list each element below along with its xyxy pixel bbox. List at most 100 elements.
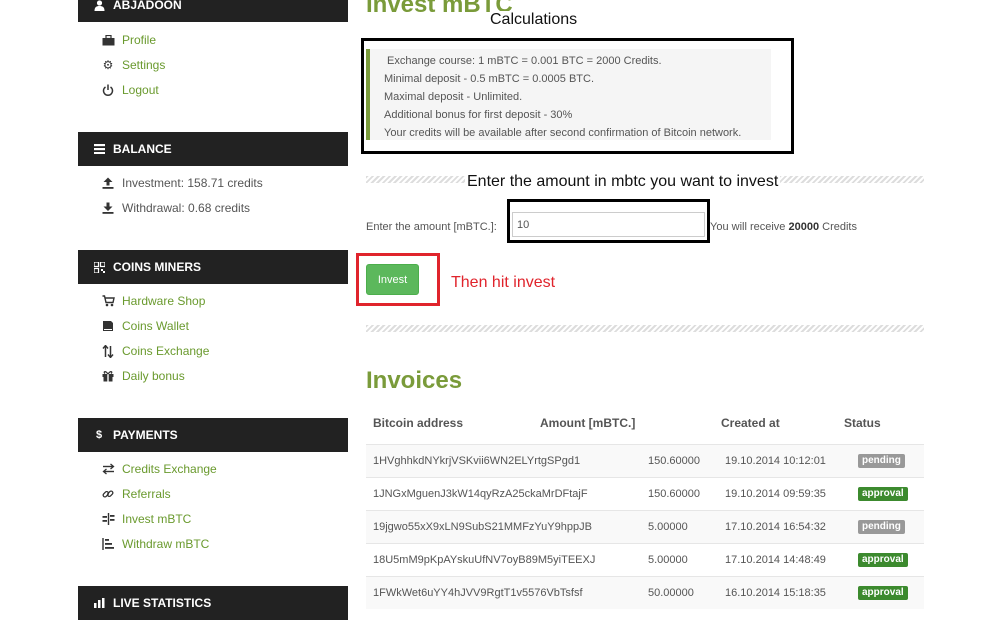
user-header: ABJADOON [78, 0, 348, 22]
user-icon [93, 0, 105, 11]
sidebar-item-referrals[interactable]: Referrals [101, 487, 171, 501]
download-icon [101, 202, 115, 214]
power-icon [101, 84, 115, 96]
status-badge: approval [858, 553, 908, 567]
sidebar-item-hardware-shop[interactable]: Hardware Shop [101, 294, 205, 308]
live-statistics-header: LIVE STATISTICS [78, 586, 348, 620]
receive-suffix: Credits [822, 221, 857, 233]
invoice-amount: 5.00000 [648, 554, 688, 566]
wallet-icon [101, 320, 115, 332]
invoices-title: Invoices [366, 367, 463, 394]
status-badge: approval [858, 586, 908, 600]
info-line: Your credits will be available after sec… [384, 127, 742, 139]
column-header-status: Status [844, 416, 881, 430]
sidebar-item-label: Settings [122, 58, 166, 72]
sidebar-item-label: Withdraw mBTC [122, 537, 210, 551]
invest-button[interactable]: Invest [366, 264, 419, 295]
exchange-info-panel: Exchange course: 1 mBTC = 0.001 BTC = 20… [366, 49, 771, 140]
status-badge: pending [858, 520, 905, 534]
cart-icon [101, 295, 115, 307]
table-row: 19jgwo55xX9xLN9SubS21MMFzYuY9hppJB 5.000… [366, 510, 924, 543]
sidebar-item-invest-mbtc[interactable]: Invest mBTC [101, 512, 191, 526]
sidebar-item-label: Coins Exchange [122, 344, 210, 358]
dollar-icon: $ [95, 429, 103, 441]
info-line: Exchange course: 1 mBTC = 0.001 BTC = 20… [387, 55, 662, 67]
sidebar-item-logout[interactable]: Logout [101, 83, 159, 97]
sidebar-item-label: Invest mBTC [122, 512, 192, 526]
gear-icon: ⚙ [102, 58, 114, 72]
receive-credits: 20000 [788, 221, 820, 233]
info-line: Maximal deposit - Unlimited. [384, 91, 523, 103]
receive-prefix: You will receive [710, 221, 786, 233]
invoice-address: 19jgwo55xX9xLN9SubS21MMFzYuY9hppJB [373, 521, 592, 533]
column-header-amount: Amount [mBTC.] [540, 416, 636, 430]
invest-icon [101, 513, 115, 525]
annotation-then-hit: Then hit invest [451, 274, 556, 291]
sidebar-item-label: Hardware Shop [122, 294, 206, 308]
table-row: 1HVghhkdNYkrjVSKvii6WN2ELYrtgSPgd1 150.6… [366, 444, 924, 477]
info-line: Minimal deposit - 0.5 mBTC = 0.0005 BTC. [384, 73, 594, 85]
invoice-amount: 5.00000 [648, 521, 688, 533]
sidebar-item-label: Coins Wallet [122, 319, 189, 333]
invoice-address: 1JNGxMguenJ3kW14qyRzA25ckaMrDFtajF [373, 488, 588, 500]
sidebar-item-settings[interactable]: ⚙ Settings [101, 58, 166, 72]
divider [366, 325, 924, 332]
coins-miners-title: COINS MINERS [113, 260, 202, 274]
transfer-icon [101, 463, 115, 475]
balance-withdrawal: Withdrawal: 0.68 credits [101, 201, 250, 215]
user-name: ABJADOON [113, 0, 182, 12]
invoice-created: 17.10.2014 14:48:49 [725, 554, 826, 566]
sidebar-item-label: Credits Exchange [122, 462, 217, 476]
status-badge: approval [858, 487, 908, 501]
briefcase-icon [101, 34, 115, 46]
balance-investment-label: Investment: 158.71 credits [122, 176, 263, 190]
balance-title: BALANCE [113, 142, 172, 156]
invoice-created: 19.10.2014 10:12:01 [725, 455, 826, 467]
payments-title: PAYMENTS [113, 428, 178, 442]
upload-icon [101, 177, 115, 189]
invoice-amount: 150.60000 [648, 455, 700, 467]
balance-withdrawal-label: Withdrawal: 0.68 credits [122, 201, 251, 215]
sidebar-item-coins-wallet[interactable]: Coins Wallet [101, 319, 189, 333]
list-icon [93, 144, 105, 154]
sidebar-item-label: Logout [122, 83, 159, 97]
bar-chart-icon [93, 598, 105, 608]
sidebar-item-daily-bonus[interactable]: Daily bonus [101, 369, 185, 383]
receive-text: You will receive 20000 Credits [710, 221, 857, 233]
amount-input[interactable] [512, 212, 705, 237]
annotation-calculations: Calculations [490, 11, 578, 29]
sidebar-item-credits-exchange[interactable]: Credits Exchange [101, 462, 217, 476]
invoice-address: 1FWkWet6uYY4hJVV9RgtT1v5576VbTsfsf [373, 587, 583, 599]
invoice-created: 19.10.2014 09:59:35 [725, 488, 826, 500]
link-icon [101, 488, 115, 500]
exchange-icon [101, 344, 115, 358]
payments-header: $ PAYMENTS [78, 418, 348, 452]
info-line: Additional bonus for first deposit - 30% [384, 109, 573, 121]
sidebar-item-withdraw-mbtc[interactable]: Withdraw mBTC [101, 537, 209, 551]
amount-label: Enter the amount [mBTC.]: [366, 221, 497, 233]
status-badge: pending [858, 454, 905, 468]
gift-icon [101, 370, 115, 382]
table-row: 18U5mM9pKpAYskuUfNV7oyB89M5yiTEEXJ 5.000… [366, 543, 924, 576]
live-statistics-title: LIVE STATISTICS [113, 596, 212, 610]
sidebar-item-profile[interactable]: Profile [101, 33, 156, 47]
invoice-address: 1HVghhkdNYkrjVSKvii6WN2ELYrtgSPgd1 [373, 455, 581, 467]
table-row: 1JNGxMguenJ3kW14qyRzA25ckaMrDFtajF 150.6… [366, 477, 924, 510]
sidebar-item-label: Daily bonus [122, 369, 185, 383]
sidebar-item-label: Referrals [122, 487, 171, 501]
invoice-created: 16.10.2014 15:18:35 [725, 587, 826, 599]
withdraw-icon [101, 538, 115, 550]
column-header-address: Bitcoin address [373, 416, 464, 430]
column-header-created: Created at [721, 416, 780, 430]
invoice-created: 17.10.2014 16:54:32 [725, 521, 826, 533]
balance-investment: Investment: 158.71 credits [101, 176, 263, 190]
coins-miners-header: COINS MINERS [78, 250, 348, 284]
table-row: 1FWkWet6uYY4hJVV9RgtT1v5576VbTsfsf 50.00… [366, 576, 924, 609]
invoice-address: 18U5mM9pKpAYskuUfNV7oyB89M5yiTEEXJ [373, 554, 596, 566]
balance-header: BALANCE [78, 132, 348, 166]
sidebar-item-coins-exchange[interactable]: Coins Exchange [101, 344, 209, 358]
qrcode-icon [93, 261, 105, 273]
invoice-amount: 50.00000 [648, 587, 694, 599]
sidebar-item-label: Profile [122, 33, 157, 47]
invoice-amount: 150.60000 [648, 488, 700, 500]
